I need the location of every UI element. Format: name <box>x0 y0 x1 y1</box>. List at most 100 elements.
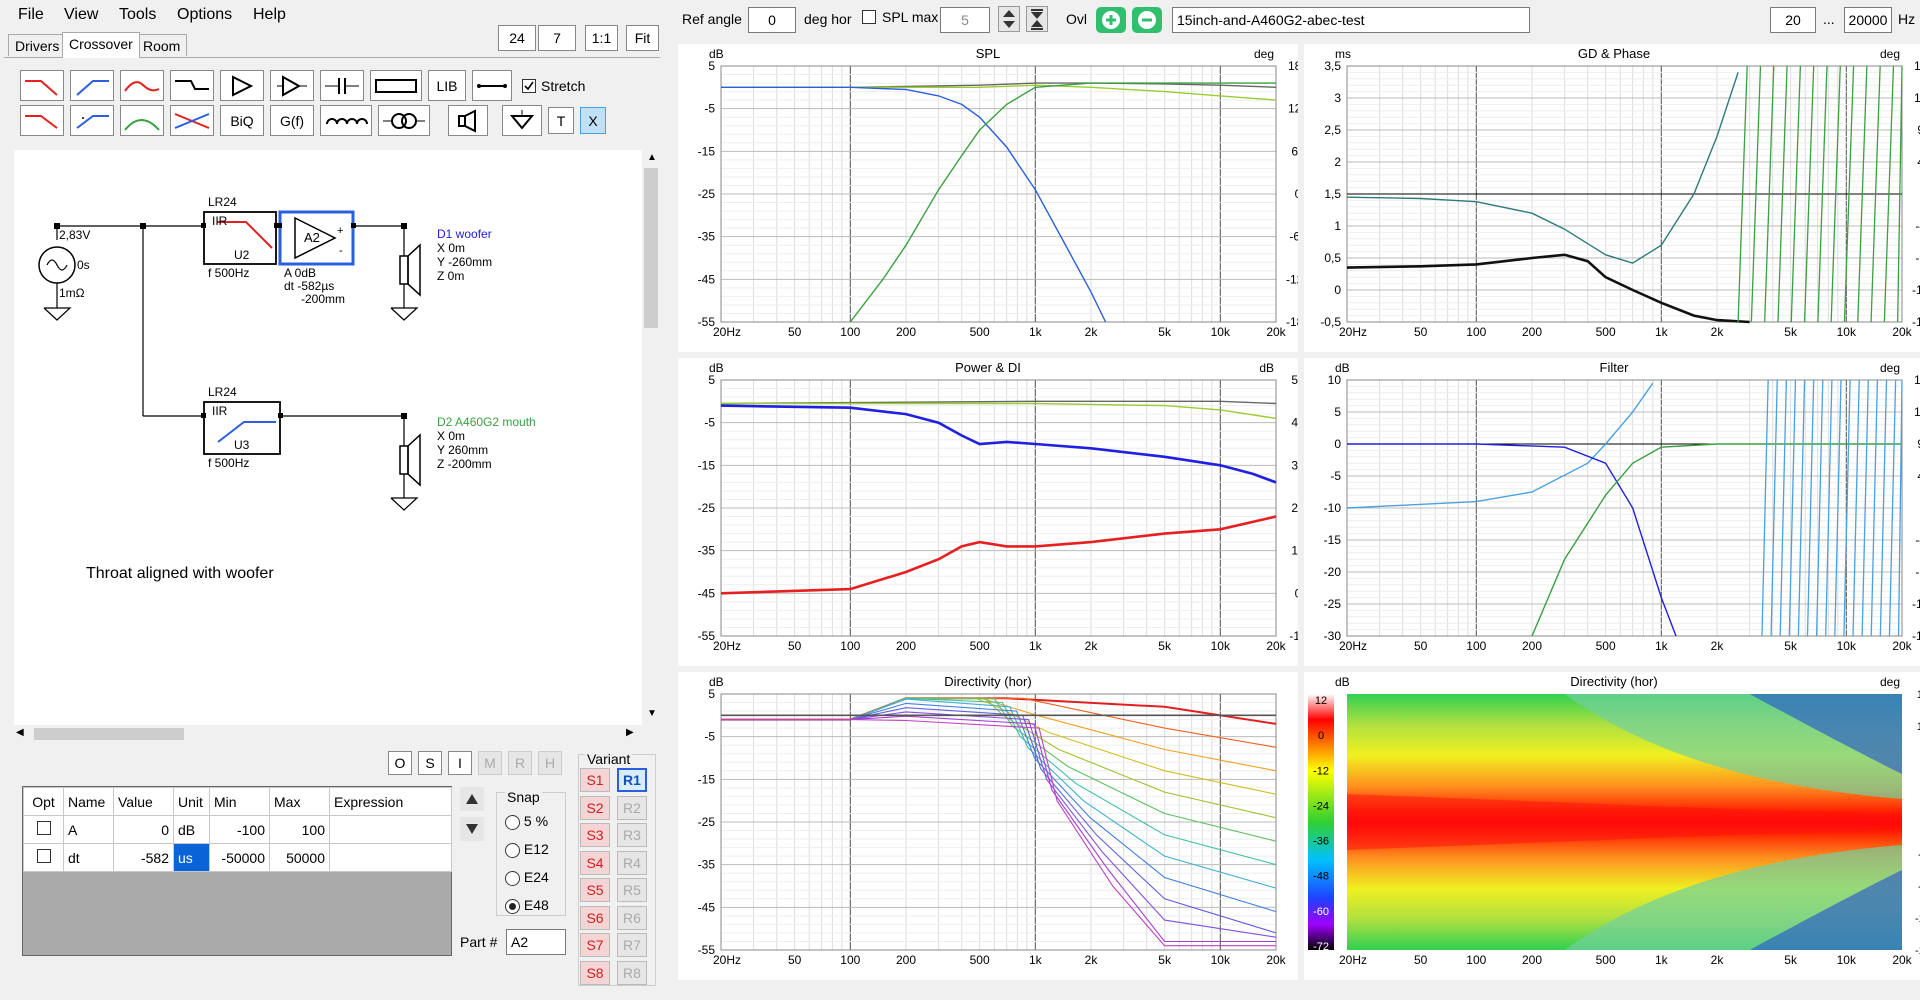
hscroll-thumb[interactable] <box>34 728 184 740</box>
scroll-down-icon[interactable]: ▼ <box>647 708 657 719</box>
graph-spl[interactable]: SPLdBdeg5-5-15-25-35-45-55180120600-60-1… <box>678 44 1310 352</box>
s-button[interactable]: S <box>418 751 442 775</box>
table-row[interactable]: A 0 dB -100 100 <box>23 815 452 844</box>
param-unit[interactable]: us <box>173 843 210 872</box>
vscroll-thumb[interactable] <box>644 168 658 328</box>
ref-angle-input[interactable]: 0 <box>748 7 796 33</box>
zoom-24[interactable]: 24 <box>498 25 536 51</box>
radio-e48[interactable] <box>505 898 520 914</box>
notch-red-button[interactable] <box>120 70 164 101</box>
part-input[interactable]: A2 <box>506 929 566 955</box>
graph-map[interactable]: Directivity (hor) dB deg 12 0 -12 -24 -36 -48 -60… <box>1304 672 1920 980</box>
zoom-1to1-button[interactable]: 1:1 <box>585 25 618 51</box>
o-button[interactable]: O <box>388 751 412 775</box>
spl-max-option[interactable]: SPL max <box>862 9 938 25</box>
schematic-hscrollbar[interactable]: ◀ ▶ <box>14 725 642 743</box>
r-button[interactable]: R <box>508 751 532 775</box>
snap-option-e24[interactable]: E24 <box>505 869 549 886</box>
biquad-button[interactable]: BiQ <box>220 105 264 136</box>
variant-s8-button[interactable]: S8 <box>580 960 610 985</box>
variant-s1-button[interactable]: S1 <box>580 768 610 792</box>
x-button[interactable]: X <box>580 107 606 134</box>
tab-crossover[interactable]: Crossover <box>62 32 140 58</box>
move-down-button[interactable] <box>460 817 484 841</box>
param-max[interactable]: 100 <box>269 815 330 844</box>
shelf-button[interactable] <box>170 70 214 101</box>
transformer-button[interactable] <box>378 105 430 136</box>
ground-button[interactable] <box>502 105 542 136</box>
buffer-button[interactable] <box>270 70 314 101</box>
resistor-button[interactable] <box>370 70 422 101</box>
crossover-button[interactable] <box>170 105 214 136</box>
remove-overlay-button[interactable] <box>1132 7 1162 33</box>
table-row[interactable]: dt -582 us -50000 50000 <box>23 843 452 872</box>
project-name-input[interactable]: 15inch-and-A460G2-abec-test <box>1172 7 1530 33</box>
stretch-option[interactable]: Stretch <box>522 78 585 94</box>
highpass-blue-button[interactable] <box>70 70 114 101</box>
freq-low-input[interactable]: 20 <box>1770 7 1816 33</box>
menu-file[interactable]: File <box>18 6 44 24</box>
scroll-left-icon[interactable]: ◀ <box>16 727 24 738</box>
variant-r6-button[interactable]: R6 <box>617 905 647 930</box>
schematic-canvas[interactable]: + - 2,83V 0s 1mΩ LR24 IIR U2 f 500Hz A2 … <box>14 150 642 725</box>
fit-button[interactable]: Fit <box>626 25 659 51</box>
scroll-up-icon[interactable]: ▲ <box>647 152 657 163</box>
variant-r4-button[interactable]: R4 <box>617 850 647 875</box>
capacitor-button[interactable] <box>320 70 364 101</box>
variant-s2-button[interactable]: S2 <box>580 795 610 820</box>
variant-s6-button[interactable]: S6 <box>580 905 610 930</box>
spl-max-range-button[interactable] <box>1026 6 1048 32</box>
menu-options[interactable]: Options <box>177 6 232 24</box>
wire-button[interactable] <box>472 70 512 101</box>
add-overlay-button[interactable] <box>1096 7 1126 33</box>
variant-s5-button[interactable]: S5 <box>580 878 610 902</box>
param-unit[interactable]: dB <box>173 815 210 844</box>
variant-s7-button[interactable]: S7 <box>580 933 610 957</box>
variant-r5-button[interactable]: R5 <box>617 878 647 902</box>
opt-checkbox[interactable] <box>36 821 51 835</box>
schematic-vscrollbar[interactable]: ▲ ▼ <box>642 150 660 725</box>
m-button[interactable]: M <box>478 751 502 775</box>
graph-dir[interactable]: Directivity (hor) dB 5 -5 -15 -25 -35 -45 -55 20H… <box>678 672 1298 980</box>
graph-gd[interactable]: GD & Phasemsdeg3,532,521,510,50-0,518013… <box>1304 44 1920 352</box>
param-min[interactable]: -100 <box>209 815 270 844</box>
highpass1-blue-button[interactable] <box>70 105 114 136</box>
driver-button[interactable] <box>448 105 488 136</box>
snap-option-e48[interactable]: E48 <box>505 897 549 914</box>
stretch-checkbox[interactable] <box>522 79 536 93</box>
snap-option-e12[interactable]: E12 <box>505 841 549 858</box>
spl-max-input[interactable]: 5 <box>940 7 990 33</box>
scroll-right-icon[interactable]: ▶ <box>626 727 634 738</box>
menu-tools[interactable]: Tools <box>119 6 156 24</box>
param-min[interactable]: -50000 <box>209 843 270 872</box>
lowpass-red-button[interactable] <box>20 70 64 101</box>
variant-r7-button[interactable]: R7 <box>617 933 647 957</box>
radio-e12[interactable] <box>505 842 520 858</box>
variant-s3-button[interactable]: S3 <box>580 823 610 847</box>
text-button[interactable]: T <box>548 107 574 134</box>
inductor-button[interactable] <box>320 105 372 136</box>
zoom-7[interactable]: 7 <box>538 25 576 51</box>
variant-r1-button[interactable]: R1 <box>617 768 647 792</box>
graph-power[interactable]: Power & DIdBdB5-5-15-25-35-45-5550403020… <box>678 358 1307 666</box>
lowpass1-red-button[interactable] <box>20 105 64 136</box>
param-value[interactable]: -582 <box>113 843 174 872</box>
radio-e24[interactable] <box>505 870 520 886</box>
spl-max-checkbox[interactable] <box>862 10 876 24</box>
lib-button[interactable]: LIB <box>428 70 466 101</box>
move-up-button[interactable] <box>460 787 484 811</box>
h-button[interactable]: H <box>538 751 562 775</box>
param-value[interactable]: 0 <box>113 815 174 844</box>
menu-help[interactable]: Help <box>253 6 286 24</box>
snap-option-5pct[interactable]: 5 % <box>505 813 548 830</box>
param-expression[interactable] <box>329 843 452 872</box>
gf-button[interactable]: G(f) <box>270 105 314 136</box>
tab-drivers[interactable]: Drivers <box>8 34 67 56</box>
variant-r2-button[interactable]: R2 <box>617 795 647 820</box>
i-button[interactable]: I <box>448 751 472 775</box>
variant-r3-button[interactable]: R3 <box>617 823 647 847</box>
param-expression[interactable] <box>329 815 452 844</box>
graph-filter[interactable]: FilterdBdeg1050-5-10-15-20-25-3018013590… <box>1304 358 1920 666</box>
param-max[interactable]: 50000 <box>269 843 330 872</box>
menu-view[interactable]: View <box>64 6 98 24</box>
